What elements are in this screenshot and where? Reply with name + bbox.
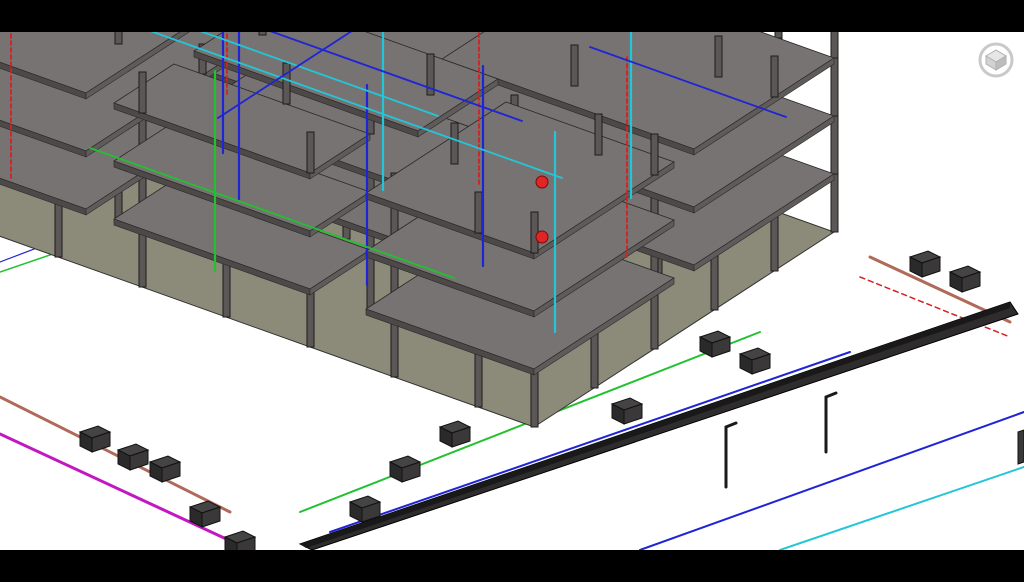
fan-equipment-icon [535,230,549,244]
column [306,288,315,348]
column [830,115,839,175]
column [650,133,659,176]
column [306,131,315,174]
column [138,228,147,288]
model-viewport[interactable] [0,32,1024,550]
column [830,57,839,117]
long-blue-pipe [639,411,1024,550]
column [530,211,539,254]
column [770,55,779,98]
column [474,348,483,408]
column [282,62,291,105]
column [530,368,539,428]
column [830,173,839,233]
column [770,212,779,272]
column [570,44,579,87]
bim-model-scene[interactable] [0,32,1024,550]
fan-equipment-icon [535,175,549,189]
column [590,329,599,389]
column [594,113,603,156]
brown-pipe [0,395,232,514]
top-letterbox [0,0,1024,32]
column [714,35,723,78]
column [258,32,267,36]
lamp-arm [824,391,838,399]
column [830,32,839,59]
column [450,122,459,165]
lamp-arm [724,421,738,429]
column [474,191,483,234]
column [54,198,63,258]
edge-element [1017,429,1024,465]
column [710,251,719,311]
view-cube-icon[interactable] [974,36,1018,80]
column [114,32,123,45]
column [390,318,399,378]
column [222,258,231,318]
column [650,290,659,350]
long-cyan-pipe [779,466,1024,550]
bottom-letterbox [0,550,1024,582]
column [138,71,147,114]
